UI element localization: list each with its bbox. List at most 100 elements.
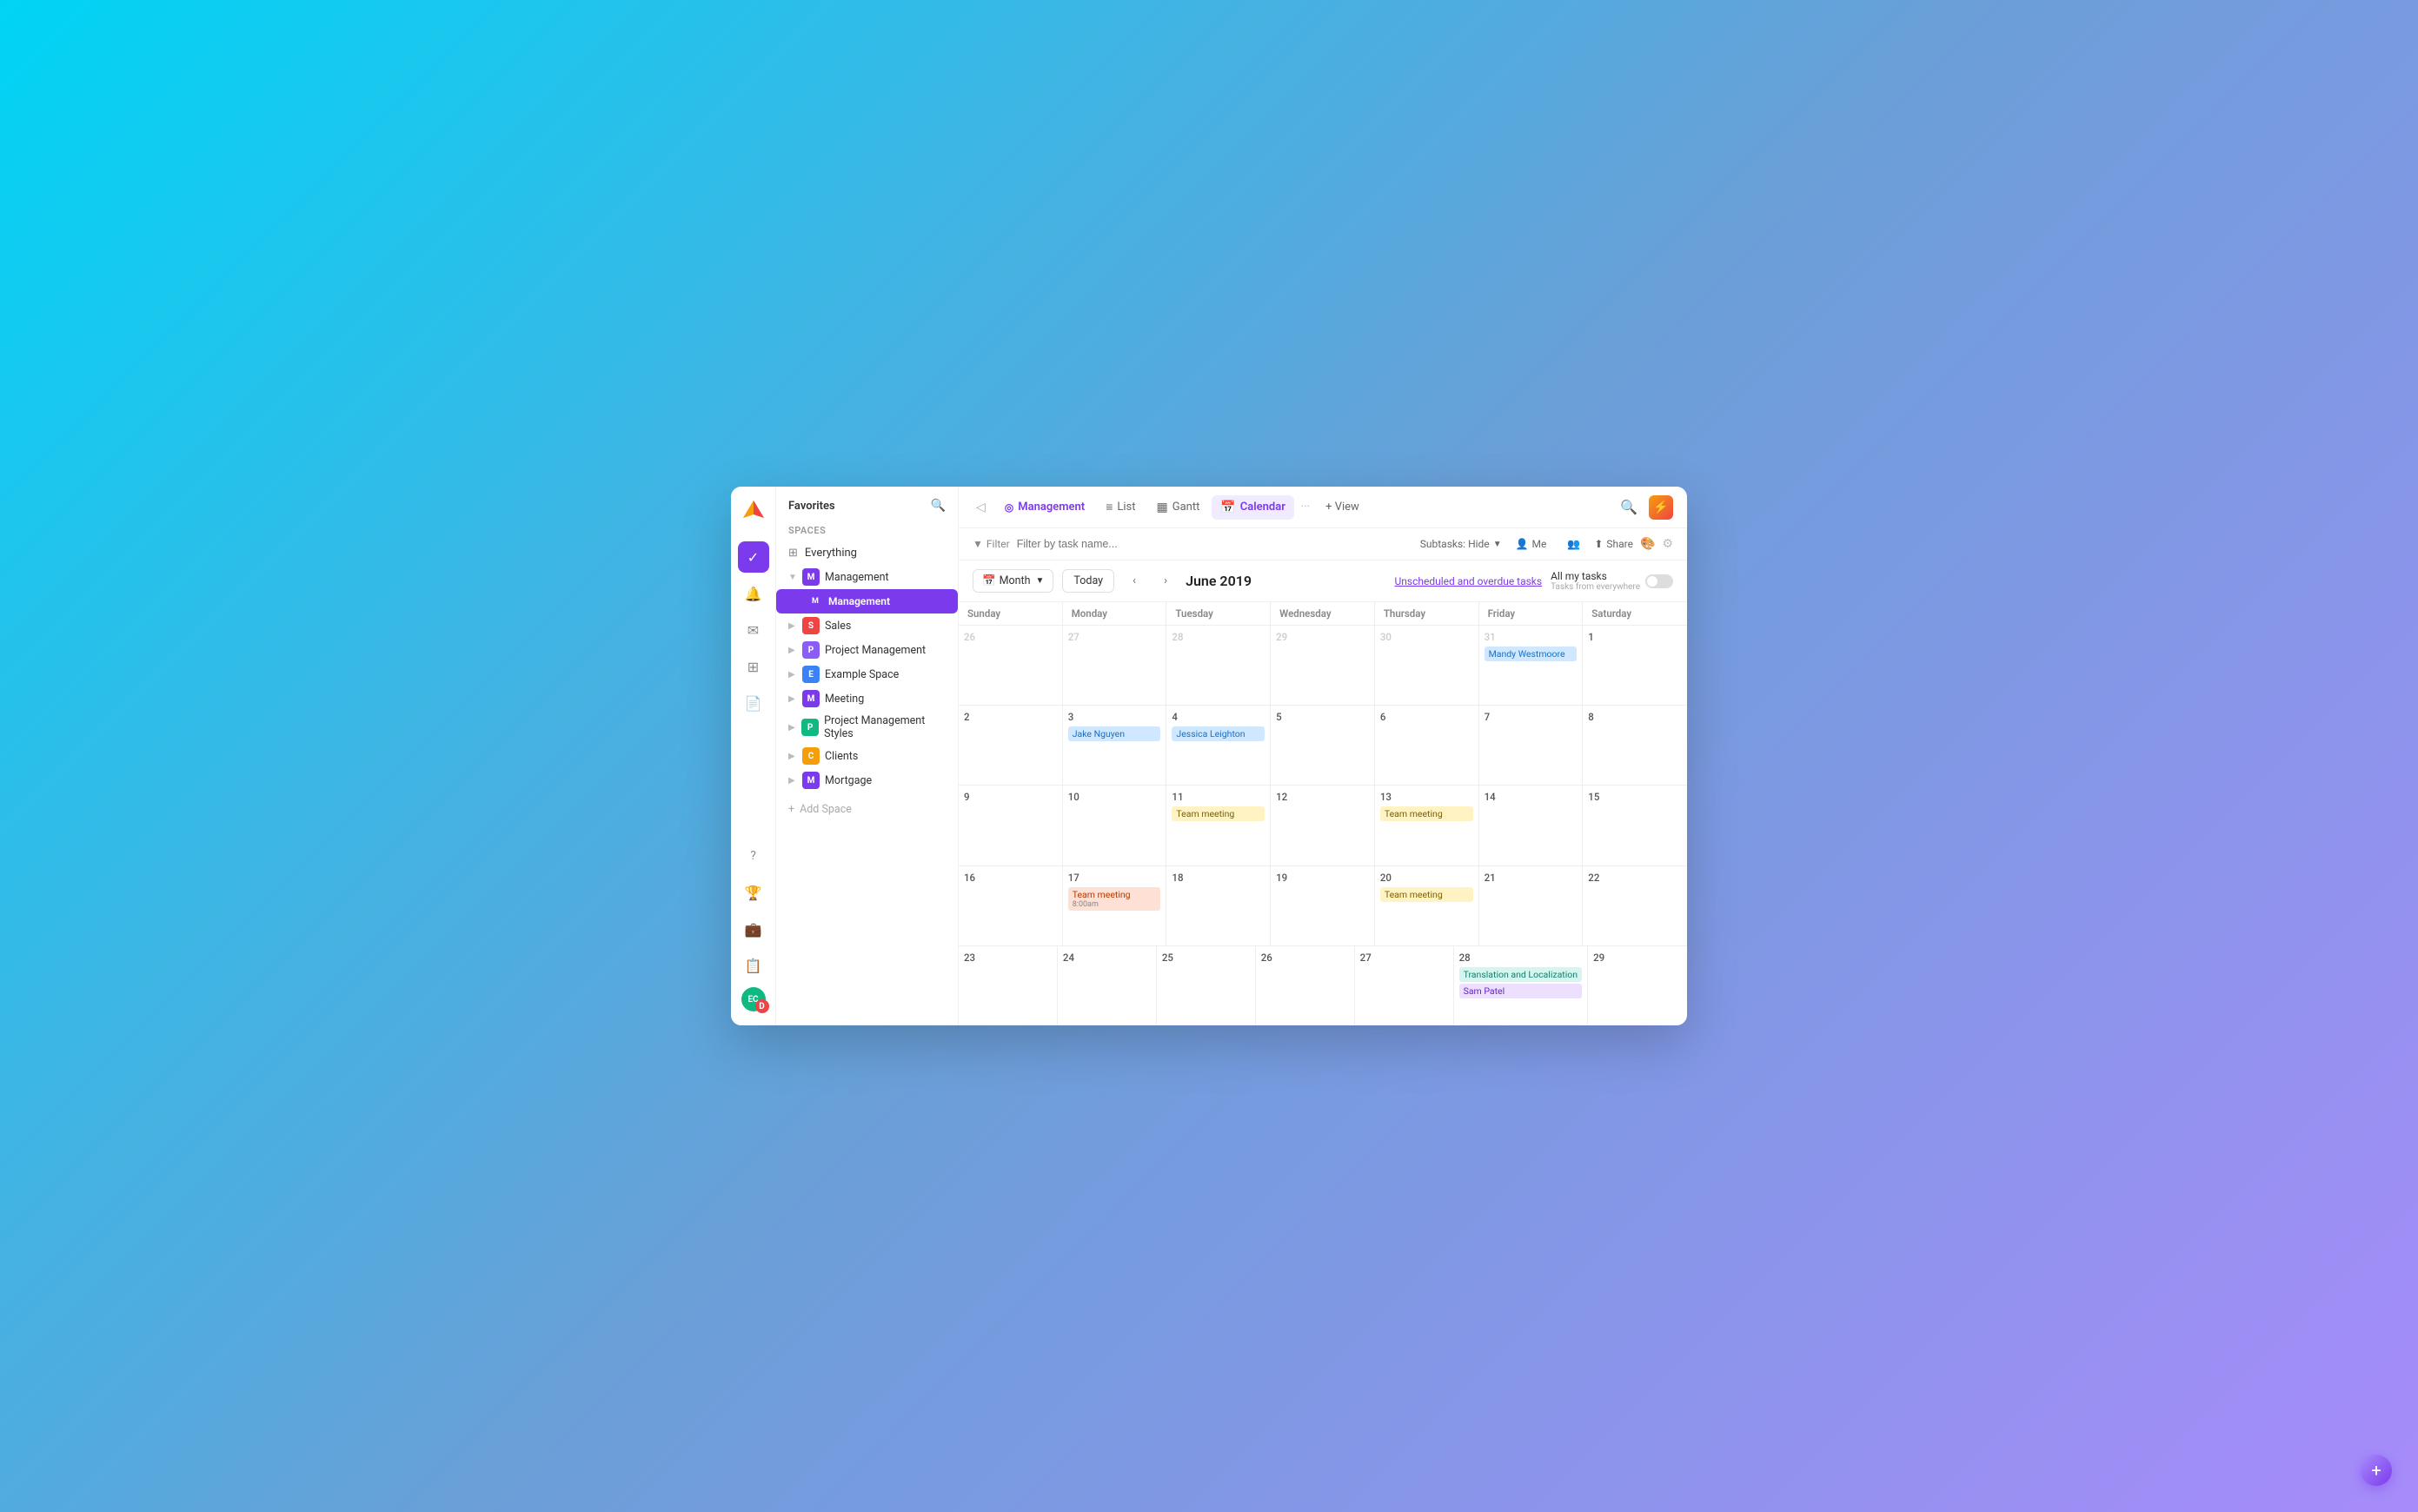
sidebar-icon-notifications[interactable]: 🔔 xyxy=(738,578,769,609)
filter-bar: ▼ Filter Subtasks: Hide ▼ 👤 Me 👥 ⬆ xyxy=(959,528,1687,560)
sidebar-icon-docs[interactable]: 📄 xyxy=(738,687,769,719)
calendar-day-w1-d3[interactable]: 5 xyxy=(1271,706,1375,785)
month-dropdown[interactable]: 📅 Month ▼ xyxy=(973,569,1053,593)
calendar-day-w1-d5[interactable]: 7 xyxy=(1479,706,1584,785)
calendar-day-w3-d2[interactable]: 18 xyxy=(1166,866,1271,945)
me-label: Me xyxy=(1532,538,1547,550)
prev-month-button[interactable]: ‹ xyxy=(1123,570,1146,593)
tab-gantt[interactable]: ▦ Gantt xyxy=(1147,495,1208,520)
event-w4-d5-e0[interactable]: Translation and Localization xyxy=(1459,967,1583,982)
calendar-day-w2-d1[interactable]: 10 xyxy=(1063,786,1167,865)
fab-button[interactable]: + xyxy=(2361,1455,2392,1486)
space-label-mortgage: Mortgage xyxy=(825,774,872,787)
tab-calendar[interactable]: 📅 Calendar xyxy=(1212,495,1294,520)
calendar-day-w0-d5[interactable]: 31 Mandy Westmoore xyxy=(1479,626,1584,705)
group-button[interactable]: 👥 xyxy=(1560,535,1587,553)
more-tabs-button[interactable]: ··· xyxy=(1298,501,1313,514)
filter-button[interactable]: ▼ Filter xyxy=(973,538,1010,550)
calendar-day-w4-d5[interactable]: 28Translation and LocalizationSam Patel xyxy=(1454,946,1589,1025)
unscheduled-link[interactable]: Unscheduled and overdue tasks xyxy=(1394,575,1542,587)
all-my-tasks-toggle[interactable]: All my tasks Tasks from everywhere xyxy=(1551,570,1673,592)
everything-item[interactable]: ⊞ Everything xyxy=(776,541,958,565)
search-button[interactable]: 🔍 xyxy=(1616,494,1642,521)
space-item-management[interactable]: ▼ M Management xyxy=(776,565,958,589)
sub-item-management[interactable]: M Management xyxy=(776,589,958,613)
space-item-sales[interactable]: ▶ S Sales xyxy=(776,613,958,638)
nav-search-icon[interactable]: 🔍 xyxy=(931,499,946,513)
calendar-day-w2-d0[interactable]: 9 xyxy=(959,786,1063,865)
event-w0-d5-e0[interactable]: Mandy Westmoore xyxy=(1485,647,1578,661)
subtasks-button[interactable]: Subtasks: Hide ▼ xyxy=(1420,538,1502,550)
me-button[interactable]: 👤 Me xyxy=(1509,535,1554,553)
calendar-day-w3-d5[interactable]: 21 xyxy=(1479,866,1584,945)
calendar-day-w0-d3[interactable]: 29 xyxy=(1271,626,1375,705)
add-view-button[interactable]: + View xyxy=(1317,495,1368,519)
space-item-project-mgmt[interactable]: ▶ P Project Management xyxy=(776,638,958,662)
gantt-tab-icon: ▦ xyxy=(1156,501,1167,514)
calendar-day-w4-d2[interactable]: 25 xyxy=(1157,946,1256,1025)
calendar-day-w4-d3[interactable]: 26 xyxy=(1256,946,1355,1025)
space-item-mortgage[interactable]: ▶ M Mortgage xyxy=(776,768,958,792)
space-item-clients[interactable]: ▶ C Clients xyxy=(776,744,958,768)
filter-input[interactable] xyxy=(1017,538,1413,550)
tab-list[interactable]: ≡ List xyxy=(1097,494,1144,520)
calendar-day-w4-d1[interactable]: 24 xyxy=(1058,946,1157,1025)
sidebar-icon-help[interactable]: ? xyxy=(738,840,769,872)
theme-button[interactable]: 🎨 xyxy=(1640,537,1655,551)
calendar-day-w2-d5[interactable]: 14 xyxy=(1479,786,1584,865)
today-button[interactable]: Today xyxy=(1062,569,1114,593)
lightning-button[interactable]: ⚡ xyxy=(1649,495,1673,520)
calendar-day-w2-d2[interactable]: 11Team meeting xyxy=(1166,786,1271,865)
space-indicator[interactable]: ◎ Management xyxy=(996,495,1093,519)
calendar-day-w1-d0[interactable]: 2 xyxy=(959,706,1063,785)
calendar-day-w3-d3[interactable]: 19 xyxy=(1271,866,1375,945)
calendar-day-w1-d1[interactable]: 3Jake Nguyen xyxy=(1063,706,1167,785)
sidebar-icon-dashboard[interactable]: ⊞ xyxy=(738,651,769,682)
event-w1-d2-e0[interactable]: Jessica Leighton xyxy=(1172,726,1265,741)
event-w2-d2-e0[interactable]: Team meeting xyxy=(1172,806,1265,821)
calendar-day-w4-d0[interactable]: 23 xyxy=(959,946,1058,1025)
user-avatar-stack[interactable]: EC D xyxy=(741,987,766,1011)
event-w3-d4-e0[interactable]: Team meeting xyxy=(1380,887,1473,902)
calendar-day-w3-d6[interactable]: 22 xyxy=(1583,866,1687,945)
logo[interactable] xyxy=(740,497,767,528)
event-w4-d5-e1[interactable]: Sam Patel xyxy=(1459,984,1583,998)
event-w1-d1-e0[interactable]: Jake Nguyen xyxy=(1068,726,1161,741)
calendar-day-w1-d4[interactable]: 6 xyxy=(1375,706,1479,785)
calendar-day-w4-d4[interactable]: 27 xyxy=(1355,946,1454,1025)
calendar-day-w3-d4[interactable]: 20Team meeting xyxy=(1375,866,1479,945)
day-num-w3-d5: 21 xyxy=(1485,872,1578,884)
sidebar-icon-clipboard[interactable]: 📋 xyxy=(738,950,769,981)
sidebar-icon-briefcase[interactable]: 💼 xyxy=(738,913,769,945)
sidebar-icon-inbox[interactable]: ✉ xyxy=(738,614,769,646)
calendar-day-w2-d4[interactable]: 13Team meeting xyxy=(1375,786,1479,865)
settings-button[interactable]: ⚙ xyxy=(1662,537,1673,551)
share-button[interactable]: ⬆ Share xyxy=(1594,538,1633,550)
event-w2-d4-e0[interactable]: Team meeting xyxy=(1380,806,1473,821)
event-w3-d1-e0[interactable]: Team meeting8:00am xyxy=(1068,887,1161,911)
calendar-day-w2-d6[interactable]: 15 xyxy=(1583,786,1687,865)
calendar-day-w2-d3[interactable]: 12 xyxy=(1271,786,1375,865)
calendar-day-w0-d1[interactable]: 27 xyxy=(1063,626,1167,705)
sidebar-icon-home[interactable]: ✓ xyxy=(738,541,769,573)
space-item-example[interactable]: ▶ E Example Space xyxy=(776,662,958,686)
collapse-sidebar-button[interactable]: ◁ xyxy=(973,497,989,518)
calendar-day-w0-d6[interactable]: 1 xyxy=(1583,626,1687,705)
add-space-button[interactable]: + Add Space xyxy=(776,796,958,823)
day-num-w3-d6: 22 xyxy=(1588,872,1682,884)
all-my-tasks-toggle-switch[interactable] xyxy=(1645,574,1673,588)
next-month-button[interactable]: › xyxy=(1154,570,1177,593)
calendar-day-w3-d1[interactable]: 17Team meeting8:00am xyxy=(1063,866,1167,945)
day-num-w0-d5: 31 xyxy=(1485,631,1578,643)
calendar-day-w1-d6[interactable]: 8 xyxy=(1583,706,1687,785)
calendar-day-w3-d0[interactable]: 16 xyxy=(959,866,1063,945)
calendar-day-w1-d2[interactable]: 4Jessica Leighton xyxy=(1166,706,1271,785)
space-item-pm-styles[interactable]: ▶ P Project Management Styles xyxy=(776,711,958,744)
calendar-day-w0-d4[interactable]: 30 xyxy=(1375,626,1479,705)
sidebar-icon-trophy[interactable]: 🏆 xyxy=(738,877,769,908)
calendar-day-w0-d0[interactable]: 26 xyxy=(959,626,1063,705)
day-num-w4-d3: 26 xyxy=(1261,952,1349,964)
calendar-day-w4-d6[interactable]: 29 xyxy=(1588,946,1687,1025)
calendar-day-w0-d2[interactable]: 28 xyxy=(1166,626,1271,705)
space-item-meeting[interactable]: ▶ M Meeting xyxy=(776,686,958,711)
